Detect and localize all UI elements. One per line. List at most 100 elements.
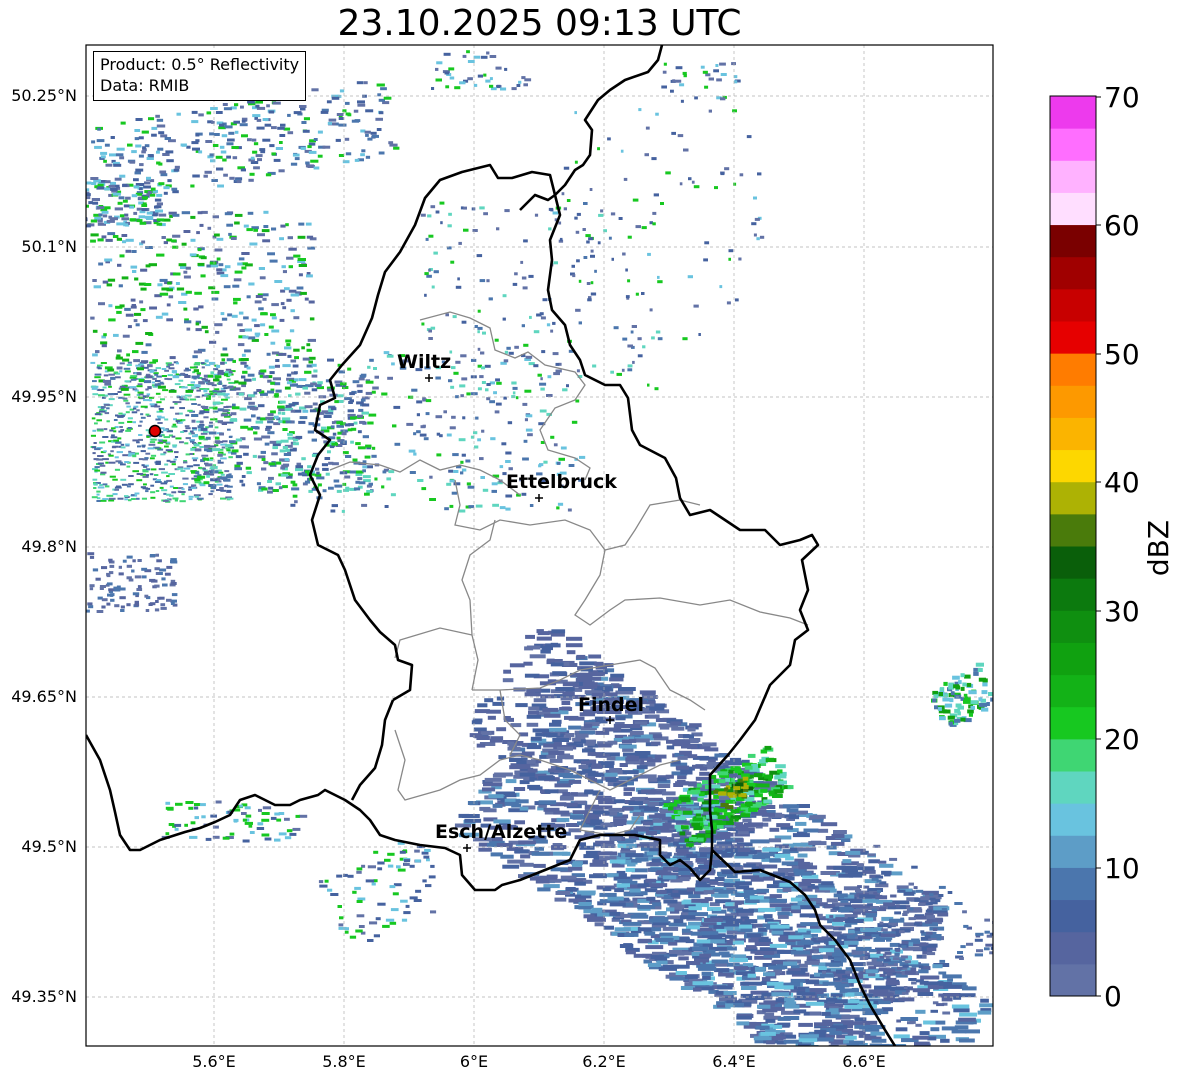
echo-cell	[468, 801, 478, 805]
echo-cell	[306, 343, 310, 346]
echo-cell	[206, 475, 210, 478]
echo-cell	[126, 603, 130, 606]
echo-cell	[244, 397, 252, 400]
echo-cell	[223, 409, 229, 412]
echo-cell	[109, 462, 116, 464]
echo-cell	[128, 417, 133, 419]
echo-cell	[242, 354, 246, 357]
echo-cell	[146, 343, 152, 346]
echo-cell	[355, 481, 359, 484]
echo-cell	[198, 425, 204, 428]
echo-cell	[143, 476, 149, 478]
echo-cell	[119, 156, 124, 159]
echo-cell	[164, 436, 170, 438]
echo-cell	[735, 881, 752, 885]
echo-cell	[687, 888, 695, 892]
echo-cell	[97, 494, 100, 496]
echo-cell	[146, 436, 149, 438]
echo-cell	[131, 250, 136, 253]
echo-cell	[244, 349, 251, 352]
echo-cell	[100, 465, 106, 467]
echo-cell	[191, 120, 198, 123]
echo-cell	[92, 198, 100, 201]
echo-cell	[293, 442, 299, 445]
echo-cell	[799, 1038, 818, 1042]
echo-cell	[547, 875, 558, 879]
echo-cell	[348, 414, 356, 417]
echo-cell	[544, 714, 561, 718]
echo-cell	[938, 707, 942, 711]
echo-cell	[475, 709, 490, 713]
echo-cell	[308, 431, 314, 434]
echo-cell	[110, 217, 118, 220]
echo-cell	[195, 134, 199, 137]
echo-cell	[282, 306, 286, 309]
echo-cell	[271, 330, 279, 333]
echo-cell	[631, 875, 647, 879]
echo-cell	[763, 1000, 777, 1004]
echo-cell	[267, 413, 273, 416]
echo-cell	[201, 362, 205, 364]
echo-cell	[95, 374, 102, 376]
echo-cell	[156, 461, 161, 463]
echo-cell	[718, 890, 729, 894]
echo-cell	[298, 236, 306, 239]
echo-cell	[98, 302, 105, 305]
echo-cell	[884, 969, 895, 973]
echo-cell	[272, 316, 277, 319]
echo-cell	[614, 724, 624, 728]
echo-cell	[218, 370, 224, 373]
echo-cell	[316, 472, 320, 475]
echo-cell	[534, 698, 547, 702]
echo-cell	[701, 931, 718, 935]
echo-cell	[646, 831, 657, 835]
echo-cell	[165, 150, 173, 153]
echo-cell	[682, 929, 691, 933]
echo-cell	[270, 410, 276, 413]
echo-cell	[290, 504, 295, 507]
echo-cell	[164, 192, 168, 195]
echo-cell	[848, 979, 863, 983]
echo-cell	[179, 441, 184, 443]
echo-cell	[656, 890, 667, 894]
echo-cell	[191, 487, 196, 489]
echo-cell	[450, 426, 456, 429]
echo-cell	[166, 318, 173, 321]
echo-cell	[775, 764, 786, 768]
echo-cell	[769, 859, 781, 863]
echo-cell	[777, 769, 782, 773]
echo-cell	[110, 565, 115, 568]
echo-cell	[481, 366, 485, 369]
echo-cell	[211, 487, 216, 489]
echo-cell	[212, 448, 220, 451]
echo-cell	[548, 375, 552, 378]
echo-cell	[255, 101, 263, 104]
echo-cell	[166, 566, 172, 569]
echo-cell	[189, 498, 193, 500]
echo-cell	[736, 852, 749, 856]
echo-cell	[210, 159, 215, 162]
echo-cell	[128, 362, 132, 364]
echo-cell	[101, 155, 106, 158]
echo-cell	[132, 350, 139, 353]
echo-cell	[714, 790, 719, 794]
echo-cell	[637, 765, 648, 769]
echo-cell	[228, 132, 234, 135]
echo-cell	[202, 468, 206, 470]
echo-cell	[365, 445, 371, 448]
echo-cell	[429, 476, 432, 479]
echo-cell	[132, 270, 136, 273]
echo-cell	[119, 566, 122, 569]
echo-cell	[772, 931, 784, 935]
echo-cell	[939, 716, 946, 720]
echo-cell	[595, 917, 606, 921]
echo-cell	[791, 906, 800, 910]
echo-cell	[242, 336, 248, 339]
echo-cell	[289, 290, 297, 293]
echo-cell	[267, 480, 272, 483]
echo-cell	[130, 386, 137, 388]
echo-cell	[298, 223, 304, 226]
echo-cell	[258, 307, 264, 310]
echo-cell	[293, 495, 298, 498]
echo-cell	[551, 662, 564, 666]
